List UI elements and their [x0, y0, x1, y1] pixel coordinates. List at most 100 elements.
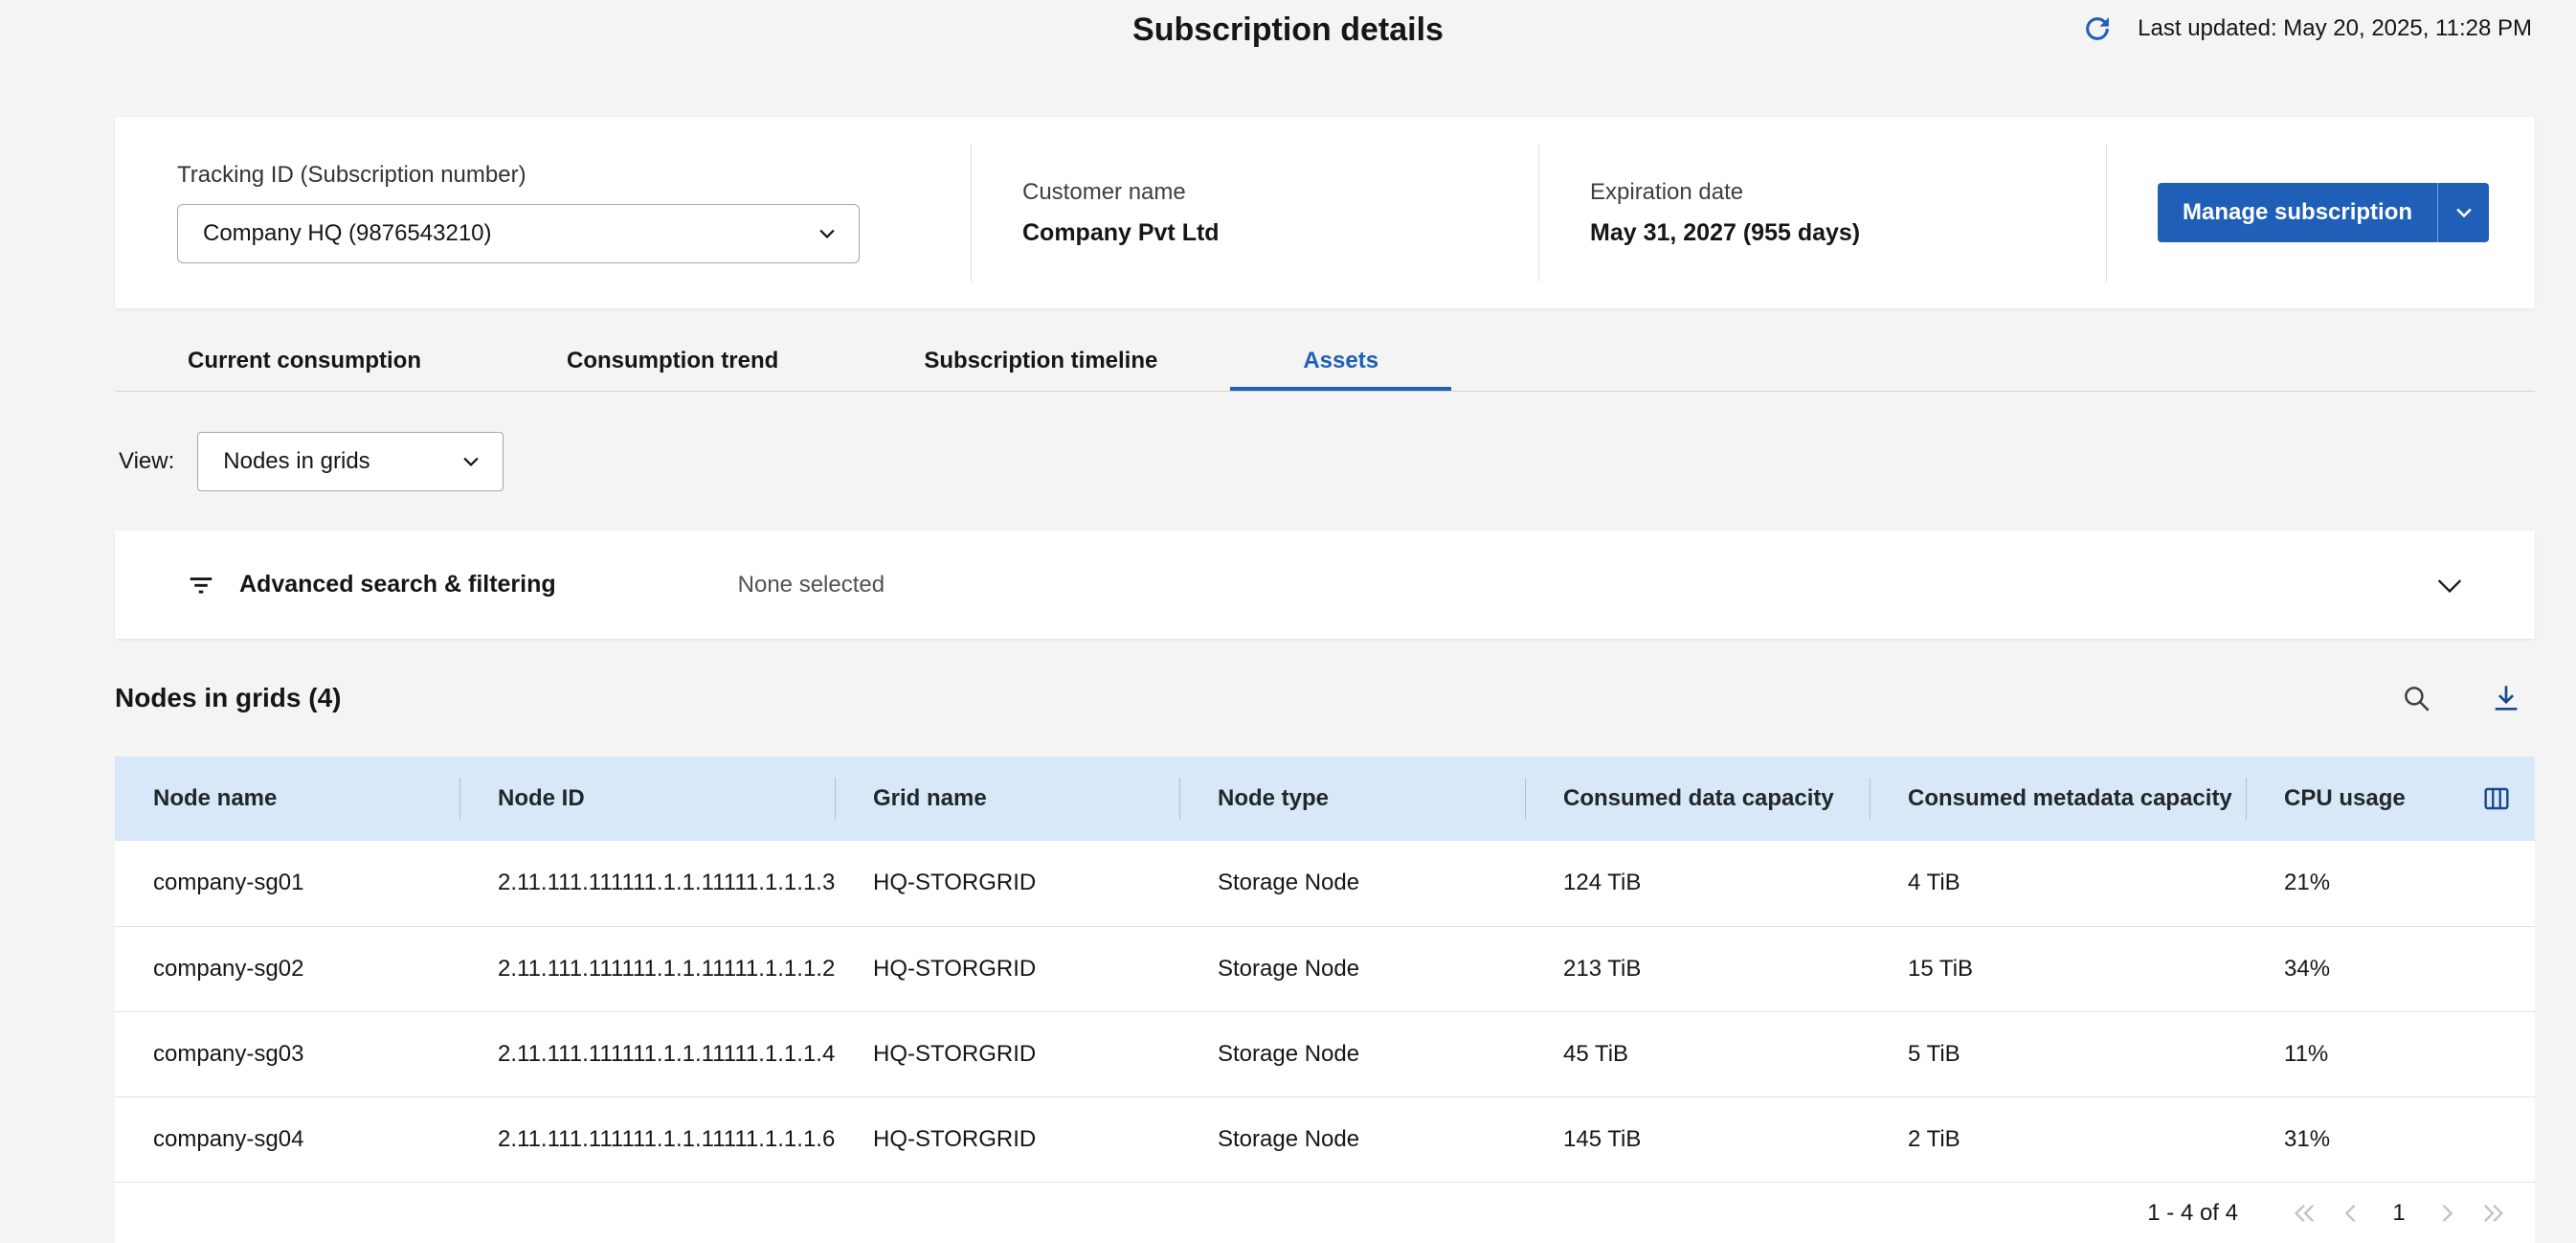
- tracking-id-select[interactable]: Company HQ (9876543210): [177, 204, 860, 263]
- table-cell: company-sg03: [115, 1011, 459, 1096]
- table-header-bar: Nodes in grids (4): [115, 669, 2535, 727]
- table-cell: 34%: [2246, 926, 2458, 1011]
- chevron-down-icon: [817, 223, 838, 244]
- download-button[interactable]: [2485, 677, 2527, 719]
- tracking-id-value: Company HQ (9876543210): [203, 220, 492, 247]
- column-header: Consumed metadata capacity: [1870, 757, 2246, 841]
- table-cell: 2.11.111.111111.1.1.11111.1.1.1.6: [459, 1096, 835, 1182]
- table-cell: company-sg01: [115, 841, 459, 926]
- table-cell: 2 TiB: [1870, 1096, 2246, 1182]
- prev-page-button[interactable]: [2332, 1194, 2370, 1232]
- table-cell: HQ-STORGRID: [835, 926, 1179, 1011]
- column-header: Node type: [1179, 757, 1525, 841]
- table-cell: 31%: [2246, 1096, 2458, 1182]
- tab-current-consumption[interactable]: Current consumption: [115, 331, 494, 391]
- table-cell: 15 TiB: [1870, 926, 2246, 1011]
- view-select-value: Nodes in grids: [223, 448, 370, 475]
- column-header: Consumed data capacity: [1525, 757, 1870, 841]
- column-header: Grid name: [835, 757, 1179, 841]
- double-chevron-left-icon: [2292, 1200, 2318, 1227]
- view-label: View:: [119, 448, 174, 475]
- view-row: View: Nodes in grids: [119, 432, 2576, 491]
- table-cell: 21%: [2246, 841, 2458, 926]
- view-select[interactable]: Nodes in grids: [197, 432, 504, 491]
- refresh-button[interactable]: [2076, 8, 2118, 50]
- table-cell: 2.11.111.111111.1.1.11111.1.1.1.4: [459, 1011, 835, 1096]
- column-settings-icon: [2481, 783, 2512, 814]
- advanced-search-panel[interactable]: Advanced search & filtering None selecte…: [115, 531, 2535, 639]
- table-cell-spacer: [2458, 926, 2535, 1011]
- search-icon: [2400, 682, 2432, 714]
- nodes-table: Node nameNode IDGrid nameNode typeConsum…: [115, 757, 2535, 1183]
- table-cell: 213 TiB: [1525, 926, 1870, 1011]
- expiration-date-block: Expiration date May 31, 2027 (955 days): [1539, 179, 2106, 247]
- advanced-search-status: None selected: [738, 572, 885, 599]
- table-row: company-sg012.11.111.111111.1.1.11111.1.…: [115, 841, 2535, 926]
- customer-name-value: Company Pvt Ltd: [1022, 219, 1538, 247]
- manage-subscription-menu-button[interactable]: [2437, 183, 2489, 242]
- table-cell: company-sg02: [115, 926, 459, 1011]
- subscription-summary-card: Tracking ID (Subscription number) Compan…: [115, 117, 2535, 308]
- subscription-details-page: Subscription details Last updated: May 2…: [0, 0, 2576, 1243]
- expiration-date-value: May 31, 2027 (955 days): [1590, 219, 2106, 247]
- table-cell-spacer: [2458, 1096, 2535, 1182]
- last-page-button[interactable]: [2474, 1194, 2512, 1232]
- page-number[interactable]: 1: [2378, 1200, 2420, 1227]
- table-cell: 2.11.111.111111.1.1.11111.1.1.1.3: [459, 841, 835, 926]
- refresh-icon: [2079, 11, 2116, 47]
- pagination: 1 - 4 of 4 1: [115, 1183, 2535, 1243]
- table-cell: 4 TiB: [1870, 841, 2246, 926]
- customer-name-label: Customer name: [1022, 179, 1538, 206]
- table-cell: HQ-STORGRID: [835, 1011, 1179, 1096]
- column-header: CPU usage: [2246, 757, 2458, 841]
- table-row: company-sg032.11.111.111111.1.1.11111.1.…: [115, 1011, 2535, 1096]
- tabs: Current consumptionConsumption trendSubs…: [115, 331, 2535, 392]
- tracking-id-label: Tracking ID (Subscription number): [177, 162, 971, 189]
- column-settings-button[interactable]: [2475, 778, 2518, 820]
- table-cell-spacer: [2458, 1011, 2535, 1096]
- expand-panel-chevron-icon[interactable]: [2433, 569, 2466, 601]
- tab-assets[interactable]: Assets: [1230, 331, 1451, 391]
- table-body: company-sg012.11.111.111111.1.1.11111.1.…: [115, 841, 2535, 1182]
- manage-subscription-button[interactable]: Manage subscription: [2158, 183, 2437, 242]
- download-icon: [2490, 682, 2522, 714]
- tab-subscription-timeline[interactable]: Subscription timeline: [851, 331, 1230, 391]
- page-header: Subscription details Last updated: May 2…: [0, 0, 2576, 61]
- column-header: Node ID: [459, 757, 835, 841]
- chevron-down-icon: [2453, 202, 2475, 223]
- manage-subscription-split-button: Manage subscription: [2158, 183, 2489, 242]
- table-cell: Storage Node: [1179, 926, 1525, 1011]
- table-cell: 11%: [2246, 1011, 2458, 1096]
- table-cell-spacer: [2458, 841, 2535, 926]
- last-updated: Last updated: May 20, 2025, 11:28 PM: [2076, 8, 2532, 50]
- table-row: company-sg022.11.111.111111.1.1.11111.1.…: [115, 926, 2535, 1011]
- table-cell: 5 TiB: [1870, 1011, 2246, 1096]
- table-cell: HQ-STORGRID: [835, 841, 1179, 926]
- page-title: Subscription details: [1132, 11, 1444, 49]
- table-cell: Storage Node: [1179, 1096, 1525, 1182]
- pagination-range: 1 - 4 of 4: [2147, 1200, 2238, 1227]
- table-cell: 45 TiB: [1525, 1011, 1870, 1096]
- manage-subscription-area: Manage subscription: [2107, 183, 2535, 242]
- tracking-id-block: Tracking ID (Subscription number) Compan…: [115, 162, 971, 263]
- first-page-button[interactable]: [2286, 1194, 2324, 1232]
- table-row: company-sg042.11.111.111111.1.1.11111.1.…: [115, 1096, 2535, 1182]
- table-header-row: Node nameNode IDGrid nameNode typeConsum…: [115, 757, 2535, 841]
- table-cell: company-sg04: [115, 1096, 459, 1182]
- chevron-down-icon: [460, 451, 482, 472]
- expiration-date-label: Expiration date: [1590, 179, 2106, 206]
- filter-icon: [184, 568, 218, 602]
- table-cell: 145 TiB: [1525, 1096, 1870, 1182]
- table-actions: [2395, 677, 2535, 719]
- table-cell: 2.11.111.111111.1.1.11111.1.1.1.2: [459, 926, 835, 1011]
- column-header: Node name: [115, 757, 459, 841]
- search-button[interactable]: [2395, 677, 2437, 719]
- next-page-button[interactable]: [2428, 1194, 2466, 1232]
- chevron-left-icon: [2338, 1200, 2364, 1227]
- double-chevron-right-icon: [2479, 1200, 2506, 1227]
- customer-name-block: Customer name Company Pvt Ltd: [972, 179, 1538, 247]
- table-title: Nodes in grids (4): [115, 683, 341, 713]
- last-updated-text: Last updated: May 20, 2025, 11:28 PM: [2138, 15, 2532, 42]
- tab-consumption-trend[interactable]: Consumption trend: [494, 331, 851, 391]
- table-cell: 124 TiB: [1525, 841, 1870, 926]
